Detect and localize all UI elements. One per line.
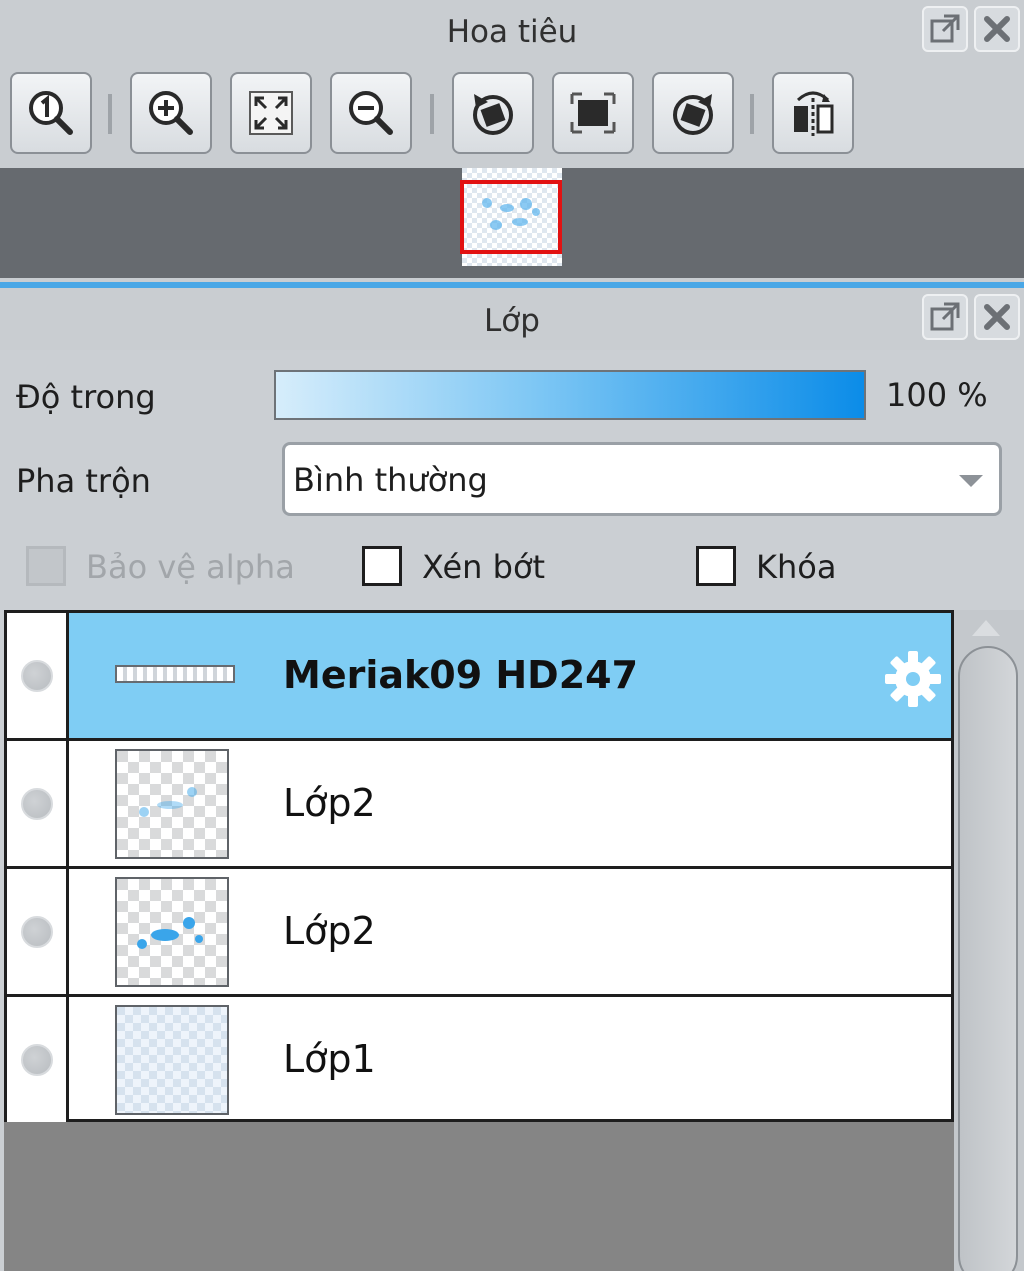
lock-checkbox[interactable] (696, 546, 736, 586)
navigator-toolbar (0, 70, 1024, 160)
opacity-value: 100 % (886, 376, 988, 414)
layer-list-empty-area (4, 1122, 954, 1271)
undock-icon (930, 14, 960, 43)
rotate-left-button[interactable] (452, 72, 534, 154)
layer-name: Lớp2 (283, 781, 376, 825)
zoom-in-button[interactable] (130, 72, 212, 154)
clipping-label: Xén bớt (422, 548, 546, 586)
toolbar-separator (430, 94, 434, 134)
layer-row[interactable]: Lớp1 (7, 997, 951, 1125)
layers-panel-title: Lớp (484, 303, 540, 339)
rotate-left-icon (473, 94, 513, 135)
rotate-right-icon (673, 94, 713, 135)
lock-label: Khóa (756, 548, 837, 586)
layer-name: Lớp1 (283, 1037, 376, 1081)
opacity-slider[interactable] (274, 370, 866, 420)
fit-to-window-icon (249, 91, 293, 135)
layers-undock-button[interactable] (922, 294, 968, 340)
layer-name: Lớp2 (283, 909, 376, 953)
chevron-down-icon (959, 475, 983, 487)
gear-icon[interactable] (883, 649, 943, 709)
clipping-checkbox[interactable] (362, 546, 402, 586)
close-icon (984, 304, 1010, 330)
blend-mode-select[interactable]: Bình thường (282, 442, 1002, 516)
layer-thumbnail (115, 877, 229, 987)
zoom-actual-size-button[interactable] (10, 72, 92, 154)
visibility-toggle[interactable] (21, 788, 53, 820)
zoom-actual-size-icon (29, 91, 73, 135)
panel-splitter[interactable] (0, 280, 1024, 288)
navigator-undock-button[interactable] (922, 6, 968, 52)
navigator-close-button[interactable] (974, 6, 1020, 52)
zoom-out-icon (349, 91, 393, 135)
close-icon (984, 16, 1010, 42)
protect-alpha-checkbox[interactable] (26, 546, 66, 586)
navigator-preview[interactable] (0, 168, 1024, 278)
visibility-toggle[interactable] (21, 916, 53, 948)
toolbar-separator (108, 94, 112, 134)
undock-icon (930, 302, 960, 331)
navigator-title: Hoa tiêu (446, 14, 578, 50)
reset-rotation-icon (570, 92, 616, 134)
visibility-toggle[interactable] (21, 1044, 53, 1076)
protect-alpha-label: Bảo vệ alpha (86, 548, 295, 586)
zoom-in-icon (149, 91, 193, 135)
layer-row[interactable]: Meriak09 HD247 (7, 613, 951, 741)
navigator-view-frame[interactable] (460, 180, 562, 254)
scrollbar-thumb[interactable] (958, 646, 1018, 1271)
opacity-label: Độ trong (16, 378, 156, 416)
blend-mode-value: Bình thường (293, 461, 488, 499)
layers-close-button[interactable] (974, 294, 1020, 340)
flip-horizontal-icon (794, 91, 834, 136)
layer-list-scrollbar[interactable] (954, 610, 1024, 1271)
zoom-out-button[interactable] (330, 72, 412, 154)
layer-row[interactable]: Lớp2 (7, 741, 951, 869)
blend-mode-label: Pha trộn (16, 462, 151, 500)
reset-rotation-button[interactable] (552, 72, 634, 154)
layer-name: Meriak09 HD247 (283, 653, 639, 697)
toolbar-separator (750, 94, 754, 134)
visibility-toggle[interactable] (21, 660, 53, 692)
layer-list: Meriak09 HD247 Lớp2 Lớp2 Lớp1 (4, 610, 954, 1125)
flip-horizontal-button[interactable] (772, 72, 854, 154)
layer-row[interactable]: Lớp2 (7, 869, 951, 997)
rotate-right-button[interactable] (652, 72, 734, 154)
layer-thumbnail (115, 665, 235, 683)
fit-to-window-button[interactable] (230, 72, 312, 154)
layers-panel-body: Độ trong 100 % Pha trộn Bình thường Bảo … (0, 350, 1024, 1271)
layer-thumbnail (115, 749, 229, 859)
layer-thumbnail (115, 1005, 229, 1115)
scroll-up-icon[interactable] (972, 620, 1000, 636)
